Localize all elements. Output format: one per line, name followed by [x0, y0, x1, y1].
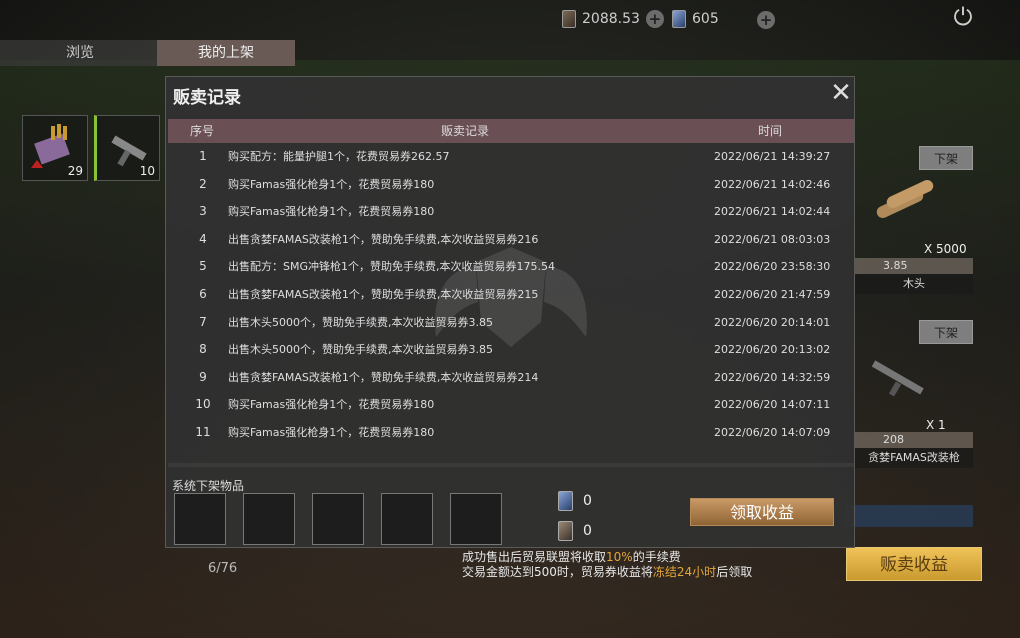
power-icon[interactable]: ⏻: [948, 2, 978, 32]
table-row: 11 购买Famas强化枪身1个，花费贸易券180 2022/06/20 14:…: [195, 425, 831, 439]
table-row: 10 购买Famas强化枪身1个，花费贸易券180 2022/06/20 14:…: [195, 397, 831, 412]
wood-log-icon: [876, 179, 934, 219]
table-header: 序号 贩卖记录 时间: [168, 119, 854, 143]
listing-bar: [845, 505, 973, 527]
system-removed-label: 系统下架物品: [172, 479, 245, 493]
table-row: 6 出售贪婪FAMAS改装枪1个，赞助免手续费,本次收益贸易券215 2022/…: [199, 287, 831, 301]
table-row: 2 购买Famas强化枪身1个，花费贸易券180 2022/06/21 14:0…: [199, 176, 831, 191]
inventory-slot[interactable]: 10: [94, 115, 160, 181]
tab-my-listings[interactable]: 我的上架: [157, 40, 295, 66]
sales-record-dialog: 贩卖记录 ✕ 序号 贩卖记录 时间 1 购买配方：能量护腿1个，花费贸易券262…: [165, 76, 855, 548]
top-bar: 2088.53 + 605 + ⏻: [0, 0, 1020, 40]
column-header-record: 贩卖记录: [441, 124, 490, 138]
blue-card-icon: [558, 491, 573, 511]
voucher-balance-value: 0: [583, 523, 592, 539]
listing-price: 3.85: [855, 258, 973, 274]
inventory-slot[interactable]: 29: [22, 115, 88, 181]
currency-card: 605: [672, 10, 719, 28]
removed-item-slot[interactable]: [450, 493, 502, 545]
fee-notice-line2: 交易金额达到500时，贸易券收益将冻结24小时后领取: [462, 565, 753, 579]
currency-trade-voucher: 2088.53 +: [562, 10, 664, 28]
trade-voucher-icon: [562, 10, 576, 28]
listing-quantity: X 5000: [924, 242, 967, 256]
listing-price: 208: [855, 432, 973, 448]
card-balance: 0: [558, 491, 592, 511]
add-card-button[interactable]: +: [757, 11, 775, 29]
currency-card-value: 605: [692, 11, 719, 27]
add-trade-voucher-button[interactable]: +: [645, 10, 664, 28]
voucher-balance: 0: [558, 521, 592, 541]
rifle-icon: [871, 360, 924, 397]
close-icon[interactable]: ✕: [829, 79, 853, 107]
sell-income-button[interactable]: 贩卖收益: [846, 547, 982, 581]
removed-item-slot[interactable]: [381, 493, 433, 545]
fee-notice-line1: 成功售出后贸易联盟将收取10%的手续费: [462, 550, 681, 564]
delist-button[interactable]: 下架: [919, 320, 973, 344]
table-row: 5 出售配方：SMG冲锋枪1个，赞助免手续费,本次收益贸易券175.54 202…: [199, 259, 831, 274]
section-divider: [168, 463, 854, 467]
removed-item-slot[interactable]: [243, 493, 295, 545]
slot-count: 10: [139, 164, 155, 178]
dialog-title: 贩卖记录: [173, 88, 241, 108]
listing-name: 木头: [855, 274, 973, 294]
blue-card-icon: [672, 10, 686, 28]
removed-item-slot[interactable]: [312, 493, 364, 545]
slot-count: 29: [67, 164, 83, 178]
collect-income-button[interactable]: 领取收益: [690, 498, 834, 526]
table-row: 7 出售木头5000个，赞助免手续费,本次收益贸易券3.85 2022/06/2…: [199, 314, 831, 329]
table-row: 8 出售木头5000个，赞助免手续费,本次收益贸易券3.85 2022/06/2…: [199, 342, 831, 357]
trade-voucher-icon: [558, 521, 573, 541]
column-header-time: 时间: [758, 124, 783, 138]
page-count: 6/76: [208, 561, 238, 576]
card-balance-value: 0: [583, 493, 592, 509]
table-row: 3 购买Famas强化枪身1个，花费贸易券180 2022/06/21 14:0…: [199, 204, 831, 219]
column-header-index: 序号: [190, 124, 215, 138]
record-list[interactable]: 1 购买配方：能量护腿1个，花费贸易券262.57 2022/06/21 14:…: [168, 143, 854, 463]
tab-browse[interactable]: 浏览: [0, 40, 160, 66]
table-row: 4 出售贪婪FAMAS改装枪1个，赞助免手续费,本次收益贸易券216 2022/…: [199, 231, 831, 246]
table-row: 9 出售贪婪FAMAS改装枪1个，赞助免手续费,本次收益贸易券214 2022/…: [199, 369, 831, 384]
fee-notice: 成功售出后贸易联盟将收取10%的手续费 交易金额达到500时，贸易券收益将冻结2…: [462, 550, 752, 580]
table-row: 1 购买配方：能量护腿1个，花费贸易券262.57 2022/06/21 14:…: [199, 149, 831, 163]
delist-button[interactable]: 下架: [919, 146, 973, 170]
removed-item-slot[interactable]: [174, 493, 226, 545]
listing-quantity: X 1: [926, 418, 946, 432]
listing-name: 贪婪FAMAS改装枪: [855, 448, 973, 468]
currency-trade-voucher-value: 2088.53: [582, 11, 640, 27]
